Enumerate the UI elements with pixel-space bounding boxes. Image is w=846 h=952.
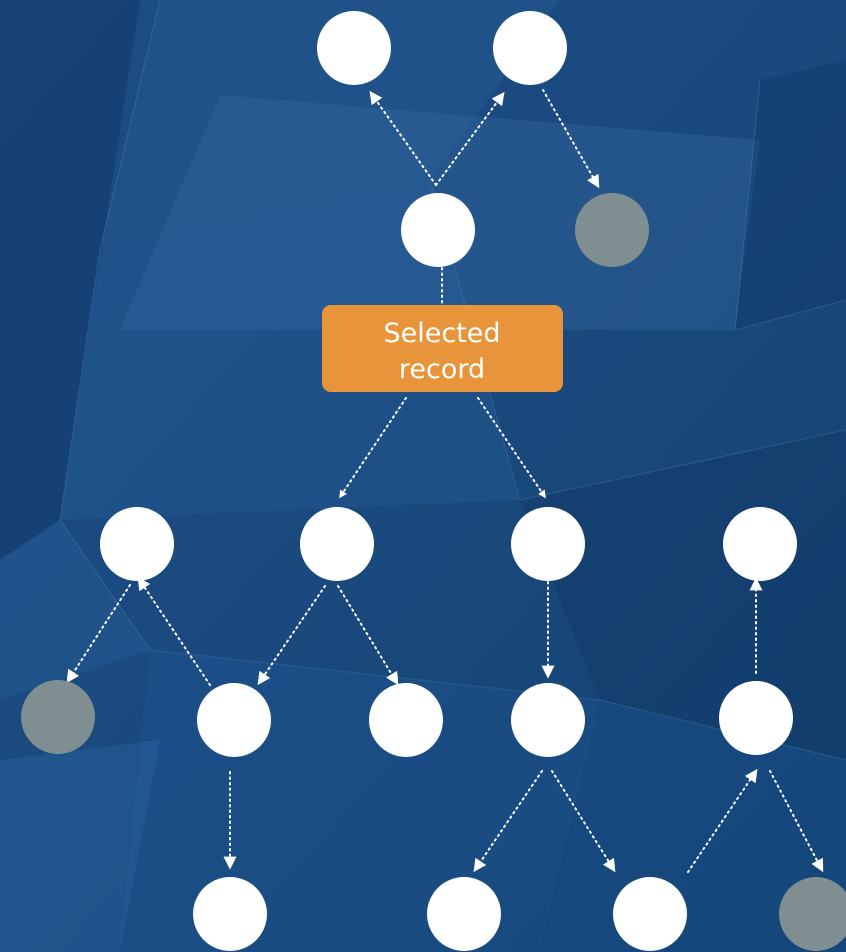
edge-selected-to-right [477, 397, 546, 499]
edge-top-right-to-gray [542, 89, 600, 189]
record-node[interactable] [511, 683, 585, 757]
selected-record-label-line2: record [399, 354, 485, 385]
record-node[interactable] [493, 11, 567, 85]
record-node-inactive[interactable] [21, 680, 95, 754]
record-node[interactable] [427, 877, 501, 951]
edge-center-to-top-right [435, 91, 505, 186]
edge-center-left-to-mid [257, 585, 326, 686]
record-node[interactable] [197, 683, 271, 757]
edge-bottom-right-up [687, 768, 758, 873]
record-node[interactable] [723, 507, 797, 581]
record-node[interactable] [401, 193, 475, 267]
edge-left-child-to-gray [66, 584, 131, 684]
edge-bottom-to-right [551, 770, 616, 873]
edge-bottom-to-left [473, 770, 543, 873]
edge-far-right-to-gray [769, 770, 824, 873]
selected-record-label-line1: Selected [383, 318, 500, 349]
record-node[interactable] [369, 683, 443, 757]
selected-record-box[interactable]: Selected record [322, 305, 563, 392]
record-node[interactable] [300, 507, 374, 581]
record-graph-diagram: Selected record [21, 11, 846, 951]
record-node[interactable] [317, 11, 391, 85]
record-node[interactable] [511, 507, 585, 581]
record-node[interactable] [719, 681, 793, 755]
edge-mid-to-top-left [137, 576, 211, 686]
edge-center-left-to-right [337, 585, 399, 686]
record-node-inactive[interactable] [779, 877, 846, 951]
edge-selected-to-left [339, 397, 407, 499]
record-node-inactive[interactable] [575, 193, 649, 267]
edge-center-to-top-left [369, 90, 437, 186]
record-node[interactable] [193, 877, 267, 951]
nodes [21, 11, 846, 951]
record-node[interactable] [613, 877, 687, 951]
record-node[interactable] [100, 507, 174, 581]
